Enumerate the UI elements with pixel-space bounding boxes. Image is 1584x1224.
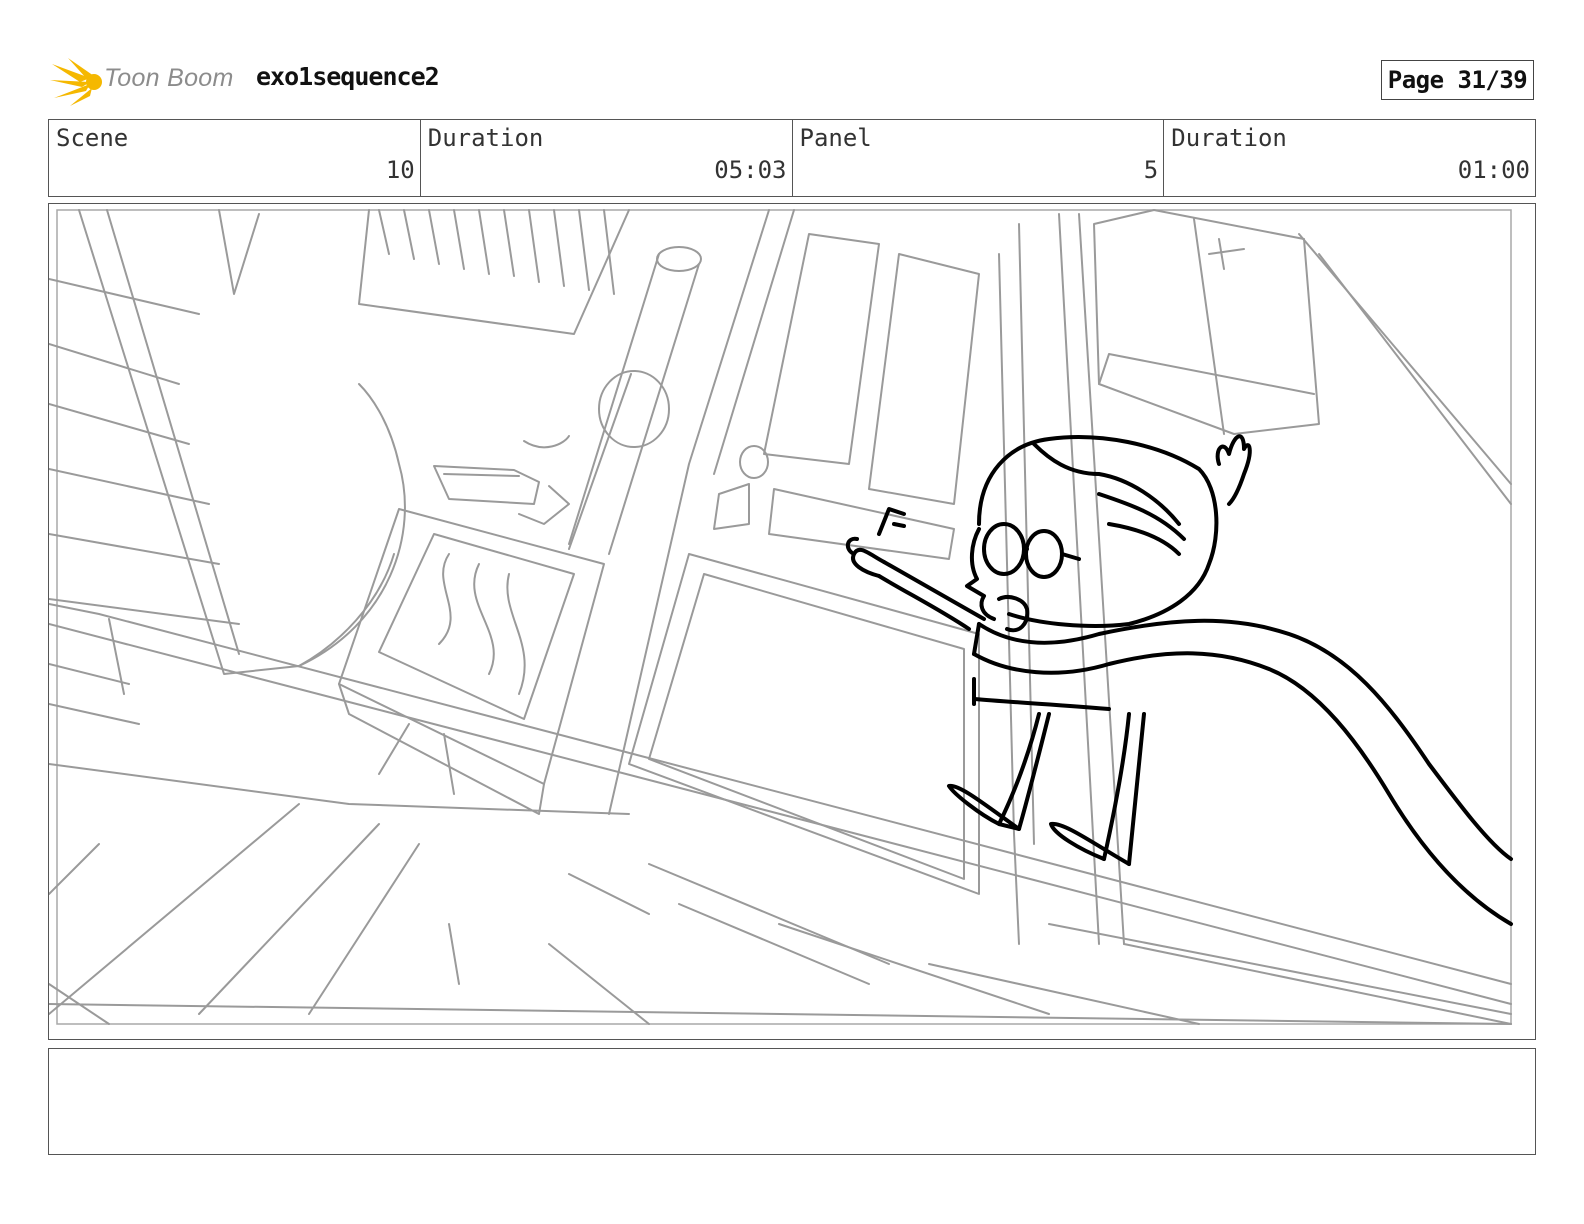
- scene-duration-value: 05:03: [714, 156, 787, 184]
- scene-duration-cell: Duration 05:03: [421, 120, 793, 196]
- panel-duration-value: 01:00: [1457, 156, 1530, 184]
- scene-value: 10: [385, 156, 415, 184]
- safe-frame: [56, 209, 1512, 1025]
- storyboard-panel: [48, 203, 1536, 1040]
- brand-name: Toon Boom: [104, 64, 234, 92]
- panel-duration-label: Duration: [1171, 124, 1287, 152]
- scene-label: Scene: [56, 124, 129, 152]
- page-indicator: Page 31/39: [1381, 60, 1534, 100]
- character-sketch: [845, 434, 1513, 926]
- panel-label: Panel: [799, 124, 872, 152]
- sequence-title: exo1sequence2: [256, 62, 440, 91]
- panel-sketch: [49, 209, 1513, 1025]
- scene-info-table: Scene 10 Duration 05:03 Panel 5 Duration…: [48, 119, 1536, 197]
- panel-notes[interactable]: [48, 1048, 1536, 1155]
- background-sketch: [49, 209, 1512, 1025]
- panel-cell: Panel 5: [793, 120, 1165, 196]
- scene-cell: Scene 10: [49, 120, 421, 196]
- panel-duration-cell: Duration 01:00: [1164, 120, 1535, 196]
- scene-duration-label: Duration: [427, 124, 544, 152]
- panel-value: 5: [1143, 156, 1159, 184]
